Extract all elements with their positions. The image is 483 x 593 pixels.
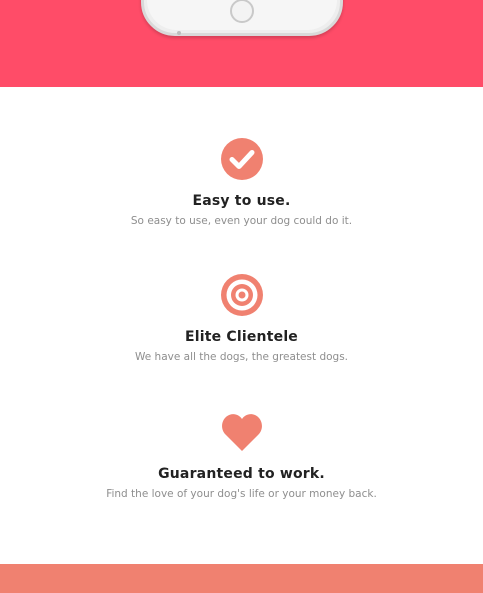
phone-home-button <box>230 0 254 23</box>
feature-elite-clientele: Elite Clientele We have all the dogs, th… <box>0 274 483 364</box>
check-circle-icon <box>220 138 263 180</box>
hero-banner <box>0 0 483 87</box>
feature-title: Easy to use. <box>192 193 291 209</box>
feature-guaranteed: Guaranteed to work. Find the love of you… <box>0 411 483 501</box>
feature-description: Find the love of your dog's life or your… <box>106 488 377 500</box>
feature-title: Guaranteed to work. <box>158 466 325 482</box>
target-icon <box>220 274 263 316</box>
feature-title: Elite Clientele <box>184 329 299 345</box>
feature-description: So easy to use, even your dog could do i… <box>130 215 353 227</box>
phone-mockup-image <box>141 0 343 36</box>
heart-icon <box>221 414 262 451</box>
feature-easy-to-use: Easy to use. So easy to use, even your d… <box>0 138 483 228</box>
phone-speaker-dot <box>177 31 181 35</box>
footer-band <box>0 564 483 593</box>
feature-description: We have all the dogs, the greatest dogs. <box>134 351 349 363</box>
